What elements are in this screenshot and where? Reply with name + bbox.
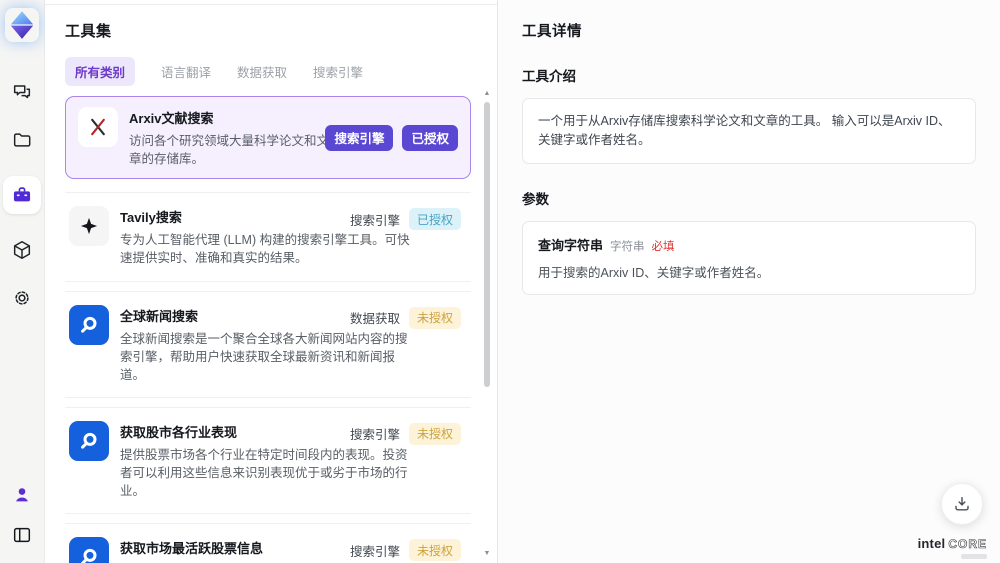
gear-icon [11, 287, 33, 309]
tool-category-badge: 搜索引擎 [325, 124, 394, 151]
app-logo[interactable] [5, 8, 39, 42]
param-description: 用于搜索的Arxiv ID、关键字或作者姓名。 [538, 265, 770, 280]
param-required-flag: 必填 [651, 240, 675, 253]
tool-auth-badge: 未授权 [408, 539, 461, 562]
news-icon [69, 304, 109, 345]
tab-0[interactable]: 所有类别 [65, 57, 136, 86]
tool-description: 提供股票市场各个行业在特定时间段内的表现。投资者可以利用这些信息来识别表现优于或… [120, 447, 408, 499]
tool-category-badge: 数据获取 [349, 312, 400, 326]
param-type: 字符串 [610, 240, 645, 253]
tavily-icon [69, 206, 109, 247]
user-avatar-button[interactable] [10, 483, 34, 507]
core-ultra-mark [961, 554, 987, 559]
tool-list-panel: 工具集 所有类别 语言翻译 数据获取 搜索引擎 Arxiv文献搜索 访问各个研究领域大… [45, 0, 497, 563]
sidebar-item-settings[interactable] [10, 286, 34, 310]
scroll-down-arrow[interactable]: ▼ [482, 550, 492, 557]
sidebar-item-files[interactable] [10, 128, 34, 152]
tool-auth-badge: 已授权 [408, 208, 461, 231]
param-name: 查询字符串 [538, 237, 604, 253]
download-button[interactable] [941, 483, 983, 525]
tool-list-item[interactable]: 获取市场最活跃股票信息 提供当天交易量最高的股票列表。投资者可以利用这些信息来识… [65, 523, 471, 563]
toolbox-icon [11, 184, 33, 206]
tool-auth-badge: 已授权 [402, 124, 458, 151]
tool-detail-panel: 工具详情 工具介绍 一个用于从Arxiv存储库搜索科学论文和文章的工具。 输入可… [497, 0, 1000, 563]
cube-icon [11, 239, 33, 261]
sidebar-item-chat[interactable] [10, 80, 34, 104]
tool-list-item[interactable]: 全球新闻搜索 全球新闻搜索是一个聚合全球各大新闻网站内容的搜索引擎，帮助用户快速… [65, 290, 471, 398]
sidebar-item-tools-active[interactable] [3, 176, 41, 214]
news-icon [69, 537, 109, 563]
folder-icon [11, 129, 33, 151]
tool-list-item[interactable]: Tavily搜索 专为人工智能代理 (LLM) 构建的搜索引擎工具。可快速提供实… [65, 192, 471, 282]
tab-2[interactable]: 数据获取 [237, 57, 287, 86]
chat-icon [11, 81, 33, 103]
news-icon [69, 420, 109, 461]
tool-list-item[interactable]: 获取股市各行业表现 提供股票市场各个行业在特定时间段内的表现。投资者可以利用这些… [65, 406, 471, 515]
tab-1[interactable]: 语言翻译 [161, 57, 211, 86]
tab-3[interactable]: 搜索引擎 [313, 57, 363, 86]
core-wordmark: CORE [948, 537, 987, 552]
left-rail [0, 0, 45, 563]
intel-wordmark: intel [917, 536, 946, 551]
scrollbar-thumb[interactable] [484, 102, 490, 387]
tool-list-item[interactable]: Arxiv文献搜索 访问各个研究领域大量科学论文和文章的存储库。 搜索引擎 已授… [65, 96, 471, 180]
detail-title: 工具详情 [522, 24, 582, 40]
category-tabs: 所有类别 语言翻译 数据获取 搜索引擎 [65, 57, 471, 86]
intro-text: 一个用于从Arxiv存储库搜索科学论文和文章的工具。 输入可以是Arxiv ID… [538, 114, 951, 147]
top-divider [45, 4, 497, 5]
tool-description: 全球新闻搜索是一个聚合全球各大新闻网站内容的搜索引擎，帮助用户快速获取全球最新资… [120, 331, 408, 382]
params-heading: 参数 [522, 191, 549, 207]
tool-auth-badge: 未授权 [408, 422, 461, 445]
intro-card: 一个用于从Arxiv存储库搜索科学论文和文章的工具。 输入可以是Arxiv ID… [522, 98, 976, 164]
tool-category-badge: 搜索引擎 [349, 428, 400, 443]
panel-toggle-button[interactable] [10, 523, 34, 547]
intel-core-logo: intel CORE [918, 536, 987, 551]
panel-toggle-icon [11, 524, 33, 546]
page-title: 工具集 [65, 23, 112, 40]
tool-list: Arxiv文献搜索 访问各个研究领域大量科学论文和文章的存储库。 搜索引擎 已授… [65, 96, 471, 563]
tool-auth-badge: 未授权 [408, 306, 461, 329]
app-window: 工具集 所有类别 语言翻译 数据获取 搜索引擎 Arxiv文献搜索 访问各个研究领域大… [0, 0, 1000, 563]
download-icon [952, 494, 972, 514]
sidebar-item-packages[interactable] [10, 238, 34, 262]
tool-category-badge: 搜索引擎 [349, 544, 400, 559]
user-icon [11, 484, 33, 506]
scroll-up-arrow[interactable]: ▲ [482, 90, 492, 97]
tool-category-badge: 搜索引擎 [349, 213, 400, 228]
arxiv-icon [78, 107, 118, 147]
intro-heading: 工具介绍 [522, 69, 576, 84]
list-scrollbar[interactable]: ▲ ▼ [482, 88, 492, 563]
param-card: 查询字符串 字符串 必填 用于搜索的Arxiv ID、关键字或作者姓名。 [522, 220, 976, 295]
tool-description: 专为人工智能代理 (LLM) 构建的搜索引擎工具。可快速提供实时、准确和真实的结… [120, 233, 410, 266]
